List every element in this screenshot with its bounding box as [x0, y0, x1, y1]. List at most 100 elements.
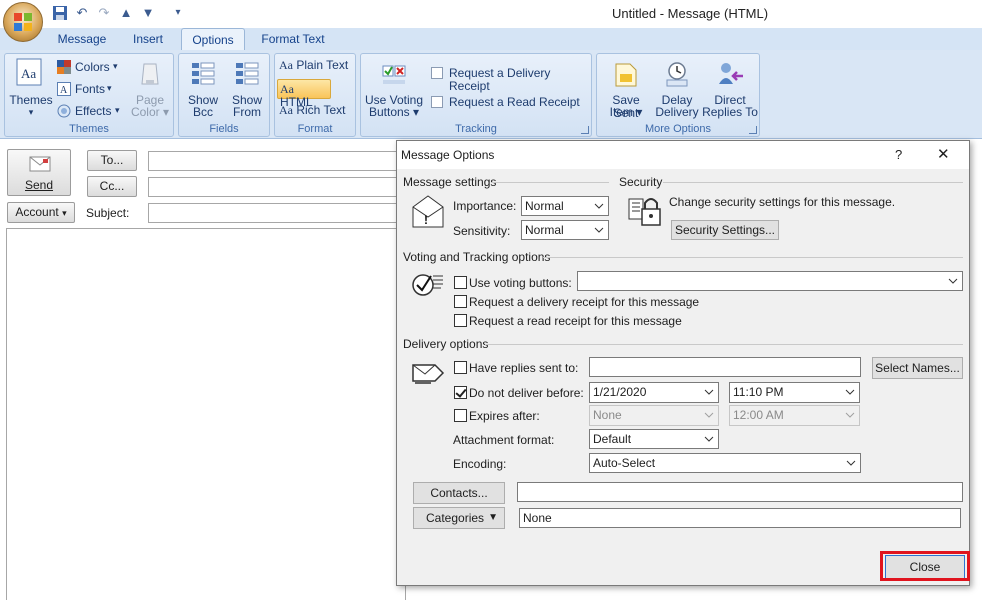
divider	[485, 344, 963, 345]
read-receipt-dialog-checkbox[interactable]	[454, 314, 467, 327]
close-x-icon[interactable]: ✕	[937, 145, 950, 163]
subject-label: Subject:	[86, 206, 130, 220]
have-replies-label[interactable]: Have replies sent to:	[469, 361, 578, 375]
themes-button[interactable]: Aa Themes ▾	[9, 56, 53, 118]
use-voting-label[interactable]: Use voting buttons:	[469, 276, 572, 290]
chevron-down-icon	[845, 389, 855, 395]
sensitivity-select[interactable]: Normal	[521, 220, 609, 240]
dialog-title: Message Options	[401, 148, 495, 162]
chevron-down-icon	[594, 227, 604, 233]
encoding-label: Encoding:	[453, 457, 507, 471]
have-replies-field[interactable]	[589, 357, 861, 377]
do-not-deliver-checkbox[interactable]	[454, 386, 467, 399]
encoding-select[interactable]: Auto-Select	[589, 453, 861, 473]
do-not-deliver-label[interactable]: Do not deliver before:	[469, 386, 584, 400]
to-field[interactable]	[148, 151, 398, 171]
chevron-down-icon	[704, 412, 714, 418]
security-lock-icon	[628, 198, 661, 226]
send-button[interactable]: Send	[7, 149, 71, 196]
divider	[543, 257, 963, 258]
show-bcc-button[interactable]: Show Bcc	[181, 56, 225, 119]
sensitivity-label: Sensitivity:	[453, 224, 511, 238]
chevron-down-icon: ▾	[28, 107, 34, 117]
tab-format-text[interactable]: Format Text	[252, 28, 334, 50]
redo-icon[interactable]: ↷	[96, 5, 112, 21]
use-voting-buttons-button[interactable]: Use Voting Buttons ▾	[363, 56, 425, 119]
group-label-tracking: Tracking	[455, 123, 497, 135]
deliver-time-select[interactable]: 11:10 PM	[729, 382, 860, 403]
expires-date-select[interactable]: None	[589, 405, 719, 426]
fonts-button[interactable]: A Fonts ▾	[55, 80, 125, 98]
down-arrow-icon[interactable]: ▼	[140, 5, 156, 21]
tab-options[interactable]: Options	[181, 28, 245, 50]
dialog-title-bar: Message Options ? ✕	[397, 141, 969, 169]
ribbon: Aa Themes ▾ Colors ▾ A Fonts ▾ Effects ▾…	[0, 50, 982, 139]
show-from-icon	[236, 62, 259, 85]
effects-button[interactable]: Effects ▾	[55, 102, 125, 120]
select-names-button[interactable]: Select Names...	[872, 357, 963, 379]
plain-text-button[interactable]: Aa Plain Text	[279, 59, 353, 72]
save-icon[interactable]	[52, 5, 68, 21]
undo-icon[interactable]: ↶	[74, 5, 90, 21]
chevron-down-icon	[704, 389, 714, 395]
contacts-button[interactable]: Contacts...	[413, 482, 505, 504]
attachment-format-label: Attachment format:	[453, 433, 555, 447]
delivery-receipt-checkbox[interactable]	[431, 67, 443, 79]
save-sent-item-button[interactable]: Save Sent Item ▾	[599, 56, 653, 120]
delivery-receipt-label[interactable]: Request a Delivery Receipt	[449, 67, 591, 93]
svg-text:A: A	[60, 85, 68, 96]
delay-delivery-button[interactable]: Delay Delivery	[653, 56, 701, 119]
have-replies-checkbox[interactable]	[454, 361, 467, 374]
voting-buttons-select[interactable]	[577, 271, 963, 291]
message-body[interactable]	[6, 228, 406, 600]
show-bcc-icon	[192, 62, 215, 85]
chevron-down-icon	[845, 412, 855, 418]
contacts-field[interactable]	[517, 482, 963, 502]
colors-button[interactable]: Colors ▾	[55, 58, 125, 76]
delay-delivery-icon	[666, 62, 688, 87]
attachment-format-select[interactable]: Default	[589, 429, 719, 449]
message-settings-heading: Message settings	[403, 175, 497, 189]
account-button[interactable]: Account ▾	[7, 202, 75, 223]
importance-select[interactable]: Normal	[521, 196, 609, 216]
expires-after-checkbox[interactable]	[454, 409, 467, 422]
security-settings-button[interactable]: Security Settings...	[671, 220, 779, 240]
chevron-down-icon: ▾	[107, 83, 112, 93]
office-button[interactable]	[3, 2, 43, 42]
show-from-button[interactable]: Show From	[225, 56, 269, 119]
read-receipt-dialog-label[interactable]: Request a read receipt for this message	[469, 314, 682, 328]
customize-qat-icon[interactable]: ▾	[170, 5, 186, 21]
cc-button[interactable]: Cc...	[87, 176, 137, 197]
rich-text-button[interactable]: Aa Rich Text	[279, 104, 353, 117]
to-button[interactable]: To...	[87, 150, 137, 171]
window-title: Untitled - Message (HTML)	[612, 6, 769, 21]
categories-button[interactable]: Categories ▼	[413, 507, 505, 529]
cc-field[interactable]	[148, 177, 398, 197]
tab-insert[interactable]: Insert	[120, 28, 176, 50]
direct-replies-to-button[interactable]: Direct Replies To	[701, 56, 759, 119]
tab-message[interactable]: Message	[50, 28, 114, 50]
deliver-date-select[interactable]: 1/21/2020	[589, 382, 719, 403]
office-logo-icon	[14, 13, 32, 31]
expires-after-label[interactable]: Expires after:	[469, 409, 540, 423]
read-receipt-label[interactable]: Request a Read Receipt	[449, 96, 580, 109]
dialog-launcher-icon[interactable]	[581, 126, 589, 134]
direct-replies-icon	[719, 63, 743, 84]
up-arrow-icon[interactable]: ▲	[118, 5, 134, 21]
delivery-receipt-dialog-checkbox[interactable]	[454, 295, 467, 308]
help-icon[interactable]: ?	[895, 147, 902, 162]
categories-field[interactable]: None	[519, 508, 961, 528]
subject-field[interactable]	[148, 203, 398, 223]
dialog-launcher-icon[interactable]	[749, 126, 757, 134]
html-button[interactable]: Aa HTML	[277, 79, 331, 109]
chevron-down-icon	[594, 203, 604, 209]
fonts-icon: A	[57, 82, 71, 96]
page-color-button[interactable]: Page Color ▾	[129, 56, 171, 119]
read-receipt-checkbox[interactable]	[431, 96, 443, 108]
format-aa-icon: Aa	[279, 103, 293, 117]
svg-text:Aa: Aa	[21, 66, 36, 81]
expires-time-select[interactable]: 12:00 AM	[729, 405, 860, 426]
group-themes: Aa Themes ▾ Colors ▾ A Fonts ▾ Effects ▾…	[4, 53, 174, 137]
use-voting-checkbox[interactable]	[454, 276, 467, 289]
delivery-receipt-dialog-label[interactable]: Request a delivery receipt for this mess…	[469, 295, 699, 309]
